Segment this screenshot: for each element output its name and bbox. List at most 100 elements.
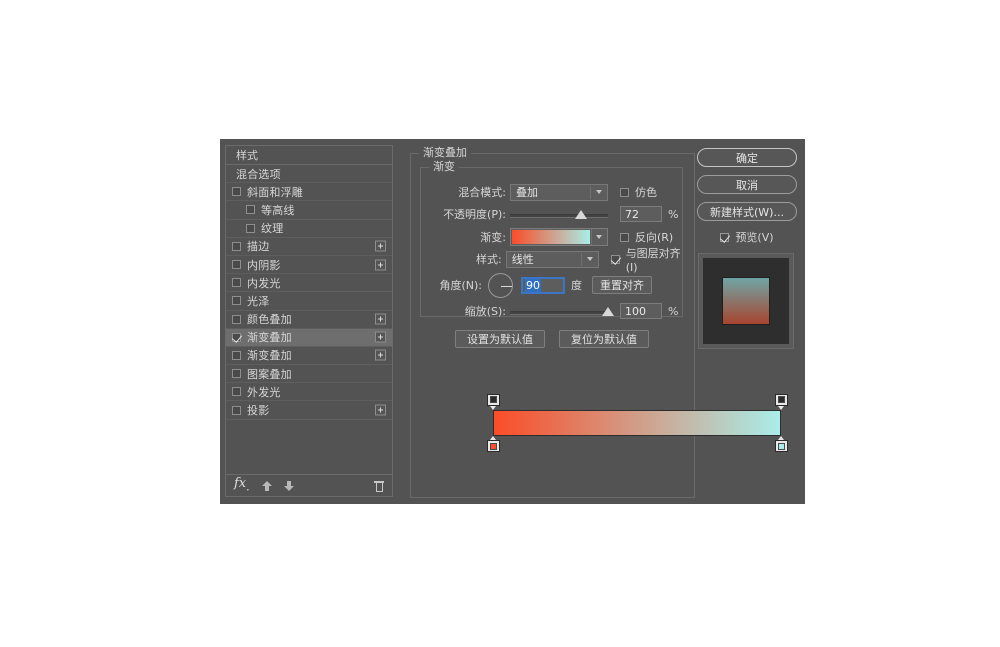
- styles-panel: 样式 混合选项 斜面和浮雕 等高线 纹理 描边 内阴影 内发光 光泽 颜色叠加 渐变叠加 渐变叠加…: [225, 145, 393, 498]
- scale-input[interactable]: 100: [620, 303, 662, 319]
- styles-item-0[interactable]: 斜面和浮雕: [226, 183, 392, 202]
- styles-item-label: 光泽: [247, 294, 270, 308]
- style-select[interactable]: 线性: [505, 250, 599, 268]
- gradient-overlay-group-title: 渐变叠加: [419, 147, 471, 159]
- opacity-unit: %: [668, 207, 679, 221]
- add-effect-icon[interactable]: [375, 313, 386, 325]
- styles-item-label: 内阴影: [247, 258, 281, 272]
- style-value: 线性: [511, 253, 534, 266]
- new-style-button[interactable]: 新建样式(W)...: [697, 202, 797, 221]
- align-with-layer-label: 与图层对齐(I): [625, 246, 681, 274]
- opacity-row: 不透明度(P): 72 %: [428, 205, 688, 223]
- scale-slider-thumb[interactable]: [602, 307, 614, 316]
- styles-item-checkbox[interactable]: [232, 369, 241, 379]
- gradient-editor-bar[interactable]: [493, 410, 781, 436]
- styles-list[interactable]: 混合选项 斜面和浮雕 等高线 纹理 描边 内阴影 内发光 光泽 颜色叠加 渐变叠加 渐变叠加 图案叠…: [225, 164, 393, 475]
- stop-pointer-icon: [490, 406, 496, 410]
- styles-item-7[interactable]: 颜色叠加: [226, 311, 392, 329]
- styles-item-2[interactable]: 纹理: [226, 220, 392, 238]
- styles-item-checkbox[interactable]: [232, 296, 241, 306]
- dither-checkbox-row[interactable]: 仿色: [620, 184, 657, 200]
- styles-item-blending-options[interactable]: 混合选项: [226, 165, 392, 184]
- styles-item-4[interactable]: 内阴影: [226, 256, 392, 275]
- opacity-stop-0[interactable]: [486, 394, 500, 410]
- styles-item-checkbox[interactable]: [232, 314, 241, 324]
- styles-item-12[interactable]: 投影: [226, 401, 392, 420]
- blend-mode-select[interactable]: 叠加: [510, 183, 608, 201]
- add-effect-icon[interactable]: [375, 404, 386, 416]
- styles-item-checkbox[interactable]: [232, 405, 241, 415]
- styles-item-checkbox[interactable]: [232, 241, 241, 251]
- styles-item-checkbox[interactable]: [246, 205, 255, 215]
- styles-item-8[interactable]: 渐变叠加: [226, 328, 392, 347]
- gradient-label: 渐变:: [480, 231, 506, 244]
- gradient-swatch[interactable]: [512, 230, 590, 244]
- opacity-input[interactable]: 72: [620, 206, 662, 222]
- scale-unit: %: [668, 304, 679, 318]
- color-stop-0[interactable]: [486, 436, 500, 452]
- styles-item-checkbox[interactable]: [232, 387, 241, 397]
- trash-icon[interactable]: [374, 479, 384, 492]
- styles-item-10[interactable]: 图案叠加: [226, 365, 392, 384]
- styles-item-label: 描边: [247, 240, 270, 254]
- styles-item-9[interactable]: 渐变叠加: [226, 347, 392, 366]
- chevron-down-icon[interactable]: [591, 229, 607, 245]
- color-stop-1[interactable]: [774, 436, 788, 452]
- styles-item-checkbox[interactable]: [232, 278, 241, 288]
- arrow-down-icon[interactable]: [283, 480, 294, 492]
- align-with-layer-checkbox-row[interactable]: 与图层对齐(I): [610, 245, 688, 274]
- styles-item-label: 内发光: [247, 276, 281, 290]
- styles-item-label: 颜色叠加: [247, 313, 292, 327]
- add-effect-icon[interactable]: [375, 331, 386, 343]
- gradient-subgroup-title: 渐变: [429, 161, 459, 173]
- opacity-value: 72: [625, 207, 639, 221]
- reset-default-button[interactable]: 复位为默认值: [559, 330, 649, 348]
- stop-pointer-icon: [490, 436, 496, 440]
- cancel-button[interactable]: 取消: [697, 175, 797, 194]
- angle-dial[interactable]: [488, 272, 513, 298]
- styles-item-checkbox[interactable]: [232, 332, 241, 342]
- opacity-stop-1[interactable]: [774, 394, 788, 410]
- reverse-label: 反向(R): [635, 231, 674, 244]
- styles-footer-toolbar: fx.: [225, 475, 393, 497]
- arrow-up-icon[interactable]: [261, 480, 272, 492]
- gradient-picker[interactable]: [510, 228, 608, 246]
- styles-item-label: 渐变叠加: [247, 349, 292, 363]
- scale-slider[interactable]: [510, 303, 614, 319]
- styles-item-label: 投影: [247, 404, 270, 418]
- opacity-slider[interactable]: [510, 206, 608, 222]
- set-default-button[interactable]: 设置为默认值: [455, 330, 545, 348]
- styles-item-checkbox[interactable]: [246, 223, 255, 233]
- styles-item-checkbox[interactable]: [232, 187, 241, 197]
- styles-item-label: 渐变叠加: [247, 331, 292, 345]
- stop-color-chip: [489, 443, 497, 450]
- chevron-down-icon: [596, 190, 602, 194]
- opacity-slider-thumb[interactable]: [574, 210, 587, 219]
- ok-button[interactable]: 确定: [697, 148, 797, 167]
- reverse-checkbox[interactable]: [620, 232, 629, 242]
- styles-item-checkbox[interactable]: [232, 350, 241, 360]
- align-with-layer-checkbox[interactable]: [610, 254, 620, 264]
- add-effect-icon[interactable]: [375, 259, 386, 271]
- preview-checkbox[interactable]: [720, 232, 730, 242]
- add-effect-icon[interactable]: [375, 240, 386, 252]
- dither-checkbox[interactable]: [620, 187, 629, 197]
- reverse-checkbox-row[interactable]: 反向(R): [620, 229, 673, 245]
- stop-pointer-icon: [778, 436, 784, 440]
- styles-item-3[interactable]: 描边: [226, 238, 392, 256]
- styles-item-6[interactable]: 光泽: [226, 292, 392, 311]
- styles-item-5[interactable]: 内发光: [226, 274, 392, 293]
- styles-panel-header: 样式: [225, 145, 393, 164]
- styles-item-11[interactable]: 外发光: [226, 383, 392, 402]
- gradient-editor[interactable]: [486, 394, 788, 452]
- angle-row: 角度(N): 90 度 重置对齐: [428, 271, 690, 299]
- reset-align-button[interactable]: 重置对齐: [592, 276, 652, 294]
- styles-item-checkbox[interactable]: [232, 260, 241, 270]
- add-effect-icon[interactable]: [375, 349, 386, 361]
- default-buttons-row: 设置为默认值 复位为默认值: [455, 330, 649, 348]
- fx-icon[interactable]: fx.: [234, 477, 250, 493]
- angle-input[interactable]: 90: [521, 276, 565, 294]
- scale-value: 100: [625, 304, 646, 318]
- preview-checkbox-row[interactable]: 预览(V): [697, 229, 797, 245]
- styles-item-1[interactable]: 等高线: [226, 201, 392, 220]
